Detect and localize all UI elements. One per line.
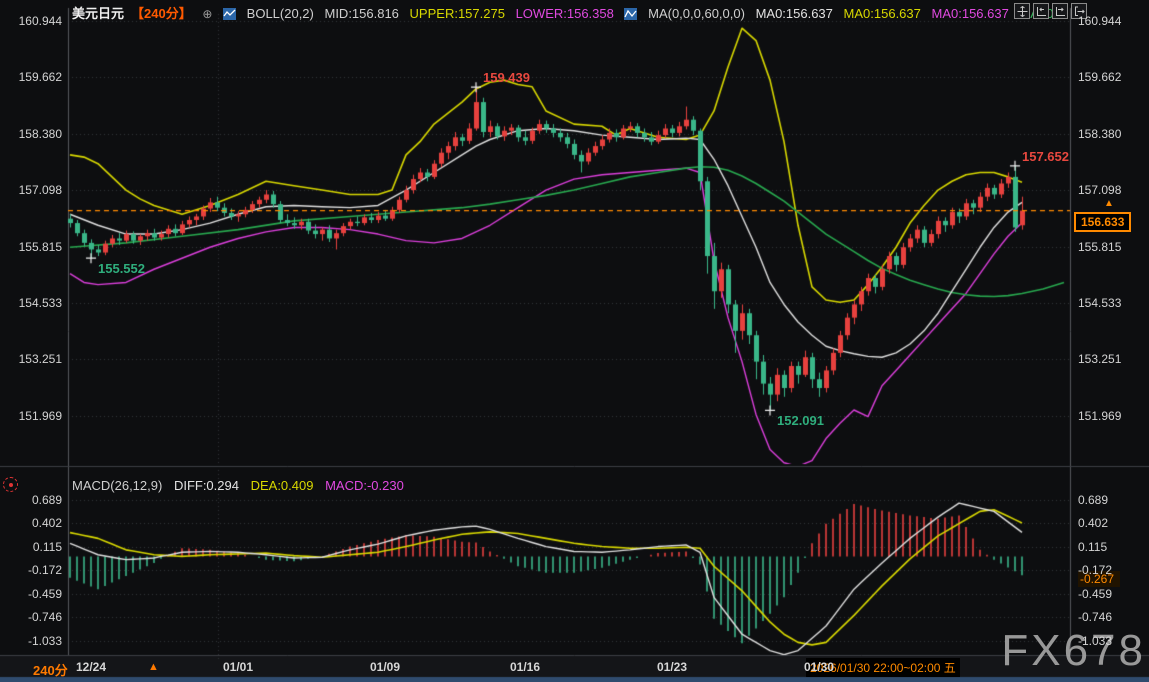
macd-settings-icon[interactable] <box>3 477 18 492</box>
price-axis-label-left: 155.815 <box>0 240 62 254</box>
price-axis-label-left: 158.380 <box>0 127 62 141</box>
macd-axis-label-right: -1.033 <box>1078 634 1112 648</box>
macd-axis-label-left: -1.033 <box>0 634 62 648</box>
price-axis-label-right: 151.969 <box>1078 409 1121 423</box>
macd-label[interactable]: MACD(26,12,9) <box>72 478 162 493</box>
ma-label[interactable]: MA(0,0,0,60,0,0) <box>648 6 745 21</box>
macd-axis-label-right: 0.115 <box>1078 540 1107 554</box>
pan-right-icon[interactable] <box>1052 3 1068 19</box>
ma0-yellow-value: MA0:156.637 <box>844 6 921 21</box>
macd-axis-label-right: 0.689 <box>1078 493 1108 507</box>
main-legend: 美元日元【240分】 ⊕ BOLL(20,2) MID:156.816 UPPE… <box>72 3 1064 22</box>
boll-label[interactable]: BOLL(20,2) <box>247 6 314 21</box>
move-icon[interactable] <box>1014 3 1030 19</box>
high-price-annotation: 157.652 <box>1022 149 1069 164</box>
last-price-badge: 156.633 <box>1074 212 1131 232</box>
boll-upper-value: UPPER:157.275 <box>410 6 505 21</box>
macd-axis-label-left: -0.459 <box>0 587 62 601</box>
ma-indicator-icon[interactable] <box>624 8 637 20</box>
price-axis-label-left: 160.944 <box>0 14 62 28</box>
macd-dea-value: DEA:0.409 <box>251 478 314 493</box>
macd-axis-label-left: -0.746 <box>0 610 62 624</box>
macd-axis-label-right: -0.172 <box>1078 563 1112 577</box>
ma0-magenta-value: MA0:156.637 <box>932 6 1009 21</box>
boll-lower-value: LOWER:156.358 <box>516 6 614 21</box>
fx-chart-app: 美元日元【240分】 ⊕ BOLL(20,2) MID:156.816 UPPE… <box>0 0 1149 682</box>
symbol-name: 美元日元 <box>72 6 124 21</box>
price-marker-arrow: ▲ <box>1104 199 1114 209</box>
macd-diff-value: DIFF:0.294 <box>174 478 239 493</box>
chart-toolbar <box>1014 3 1087 19</box>
macd-axis-label-left: 0.402 <box>0 516 62 530</box>
time-axis-label: 01/23 <box>657 660 687 674</box>
chart-canvas[interactable] <box>0 0 1149 682</box>
macd-axis-label-left: 0.689 <box>0 493 62 507</box>
price-axis-label-right: 153.251 <box>1078 352 1121 366</box>
pan-left-icon[interactable] <box>1033 3 1049 19</box>
boll-mid-value: MID:156.816 <box>324 6 398 21</box>
price-axis-label-left: 159.662 <box>0 70 62 84</box>
ma0-white-value: MA0:156.637 <box>756 6 833 21</box>
time-axis-label: 01/01 <box>223 660 253 674</box>
macd-axis-label-right: -0.459 <box>1078 587 1112 601</box>
macd-axis-label-right: -0.746 <box>1078 610 1112 624</box>
interval-label[interactable]: 【240分】 <box>131 6 192 21</box>
boll-indicator-icon[interactable] <box>223 8 236 20</box>
price-axis-label-left: 157.098 <box>0 183 62 197</box>
time-axis-label: 01/09 <box>370 660 400 674</box>
macd-axis-label-left: -0.172 <box>0 563 62 577</box>
macd-axis-label-left: 0.115 <box>0 540 62 554</box>
price-axis-label-left: 151.969 <box>0 409 62 423</box>
time-axis-label: 12/24 <box>76 660 106 674</box>
price-axis-label-right: 159.662 <box>1078 70 1121 84</box>
macd-legend: MACD(26,12,9) DIFF:0.294 DEA:0.409 MACD:… <box>72 478 412 493</box>
price-axis-label-right: 157.098 <box>1078 183 1121 197</box>
price-axis-label-right: 158.380 <box>1078 127 1121 141</box>
period-dropdown-icon[interactable]: ▲ <box>148 661 159 673</box>
time-axis-label: 01/16 <box>510 660 540 674</box>
macd-axis-label-right: 0.402 <box>1078 516 1108 530</box>
time-axis-label: 01/30 <box>804 660 834 674</box>
price-axis-label-left: 153.251 <box>0 352 62 366</box>
period-button[interactable]: 240分 <box>33 660 68 679</box>
price-axis-label-right: 160.944 <box>1078 14 1121 28</box>
high-price-annotation: 159.439 <box>483 70 530 85</box>
macd-hist-value: MACD:-0.230 <box>325 478 404 493</box>
low-price-annotation: 152.091 <box>777 413 824 428</box>
price-axis-label-left: 154.533 <box>0 296 62 310</box>
fx678-watermark: FX678 <box>1001 626 1146 676</box>
price-axis-label-right: 155.815 <box>1078 240 1121 254</box>
price-axis-label-right: 154.533 <box>1078 296 1121 310</box>
low-price-annotation: 155.552 <box>98 261 145 276</box>
add-indicator-icon[interactable]: ⊕ <box>202 7 212 21</box>
